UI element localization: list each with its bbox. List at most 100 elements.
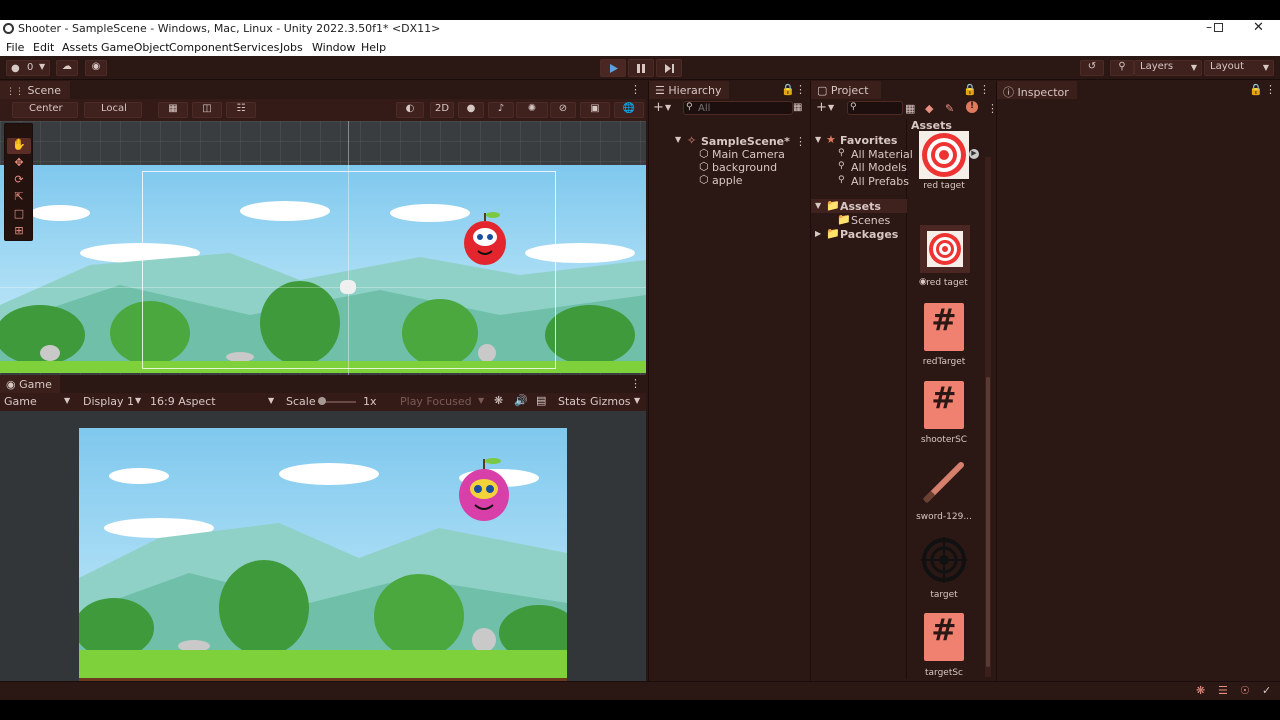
- menu-jobs[interactable]: Jobs: [280, 41, 303, 54]
- restore-icon[interactable]: [1214, 23, 1223, 32]
- favorite-item[interactable]: All Prefabs: [851, 175, 909, 188]
- lock-icon[interactable]: 🔒: [1249, 83, 1263, 96]
- hidden-objects-toggle[interactable]: ⊘: [550, 102, 576, 118]
- history-button[interactable]: ↺: [1080, 60, 1104, 76]
- effects-toggle[interactable]: ✺: [516, 102, 548, 118]
- asset-thumbnail-red-target-sprite[interactable]: [920, 225, 970, 273]
- tab-scene[interactable]: ⋮⋮ Scene: [0, 81, 70, 99]
- pause-button[interactable]: [628, 59, 654, 77]
- hierarchy-item[interactable]: ⬡ Main Camera: [699, 147, 805, 161]
- hidden-packages-icon[interactable]: !: [966, 101, 978, 113]
- move-tool-icon[interactable]: ✥: [7, 156, 31, 172]
- kebab-menu-icon[interactable]: ⋮: [795, 135, 806, 148]
- gizmos-button[interactable]: 🌐: [614, 102, 644, 118]
- draw-mode-button[interactable]: ◐: [396, 102, 424, 118]
- layout-dropdown[interactable]: Layout ▼: [1204, 60, 1274, 76]
- project-scrollbar[interactable]: [985, 157, 991, 677]
- close-icon[interactable]: ✕: [1253, 20, 1264, 35]
- play-mode-dropdown[interactable]: Play Focused: [400, 395, 472, 408]
- menu-gameobject[interactable]: GameObject: [101, 41, 170, 54]
- layers-dropdown[interactable]: Layers ▼: [1134, 60, 1202, 76]
- packages-folder-label[interactable]: Packages: [840, 228, 898, 241]
- auto-generate-lighting-icon[interactable]: ☉: [1240, 684, 1250, 697]
- keyboard-icon[interactable]: ▤: [536, 394, 546, 407]
- space-dropdown[interactable]: Local: [84, 102, 142, 118]
- favorites-label[interactable]: Favorites: [840, 134, 897, 147]
- rotate-tool-icon[interactable]: ⟳: [7, 173, 31, 189]
- favorite-filter-icon[interactable]: ✎: [945, 102, 954, 115]
- transform-tool-icon[interactable]: ⊞: [7, 224, 31, 240]
- csharp-script-icon[interactable]: #: [924, 381, 964, 429]
- asset-thumbnail-red-target-texture[interactable]: [919, 131, 969, 179]
- audio-mute-icon[interactable]: 🔊: [514, 394, 528, 407]
- bug-icon[interactable]: ❋: [494, 394, 503, 407]
- hierarchy-search-input[interactable]: [683, 101, 793, 115]
- tab-hierarchy[interactable]: ☰ Hierarchy: [649, 81, 729, 99]
- search-filter-icon[interactable]: ▦: [793, 102, 802, 113]
- scene-viewport[interactable]: ✋ ✥ ⟳ ⇱ □ ⊞: [0, 121, 646, 383]
- menu-window[interactable]: Window: [312, 41, 355, 54]
- hand-tool-icon[interactable]: ✋: [7, 138, 31, 154]
- kebab-menu-icon[interactable]: ⋮: [630, 377, 641, 390]
- search-button[interactable]: ⚲: [1110, 60, 1134, 76]
- apple-sprite[interactable]: [460, 207, 510, 267]
- scale-slider-handle[interactable]: [318, 397, 326, 405]
- hierarchy-item[interactable]: ⬡ apple: [699, 173, 805, 187]
- kebab-menu-icon[interactable]: ⋮: [1265, 83, 1276, 96]
- debug-off-icon[interactable]: ❋: [1196, 684, 1205, 697]
- create-add-icon[interactable]: +: [653, 100, 664, 115]
- csharp-script-icon[interactable]: #: [924, 613, 964, 661]
- stats-button[interactable]: Stats: [558, 395, 586, 408]
- scale-tool-icon[interactable]: ⇱: [7, 190, 31, 206]
- cloud-button[interactable]: ☁: [56, 60, 78, 76]
- lock-icon[interactable]: 🔒: [781, 83, 795, 96]
- expand-sprite-icon[interactable]: ▶: [969, 149, 979, 159]
- step-button[interactable]: [656, 59, 682, 77]
- audio-toggle[interactable]: ♪: [488, 102, 514, 118]
- rect-tool-icon[interactable]: □: [7, 207, 31, 223]
- csharp-script-icon[interactable]: #: [924, 303, 964, 351]
- play-button[interactable]: [600, 59, 626, 77]
- gizmos-button[interactable]: Gizmos: [590, 395, 631, 408]
- kebab-menu-icon[interactable]: ⋮: [795, 83, 806, 96]
- menu-edit[interactable]: Edit: [33, 41, 54, 54]
- menu-services[interactable]: Services: [233, 41, 279, 54]
- lock-icon[interactable]: 🔒: [963, 83, 977, 96]
- crosshair-target-icon[interactable]: [921, 537, 967, 583]
- display-dropdown[interactable]: Display 1: [83, 395, 134, 408]
- aspect-dropdown[interactable]: 16:9 Aspect: [150, 395, 216, 408]
- lighting-toggle[interactable]: ●: [458, 102, 484, 118]
- kebab-menu-icon[interactable]: ⋮: [979, 83, 990, 96]
- tab-inspector[interactable]: ⓘ Inspector: [997, 81, 1077, 99]
- folder-scenes[interactable]: Scenes: [851, 214, 890, 227]
- game-view-dropdown[interactable]: Game: [4, 395, 37, 408]
- expand-arrow-icon[interactable]: ▼: [675, 135, 681, 144]
- account-button[interactable]: ● 0 ▼: [6, 60, 50, 76]
- create-add-icon[interactable]: +: [816, 100, 827, 115]
- menu-component[interactable]: Component: [169, 41, 233, 54]
- tab-game[interactable]: ◉ Game: [0, 375, 60, 393]
- favorite-item[interactable]: All Material: [851, 148, 913, 161]
- collab-button[interactable]: ◉: [85, 60, 107, 76]
- sword-icon[interactable]: [919, 457, 969, 507]
- 2d-toggle[interactable]: 2D: [430, 102, 454, 118]
- game-viewport[interactable]: [0, 411, 646, 698]
- menu-assets[interactable]: Assets: [62, 41, 98, 54]
- snap-increment-button[interactable]: ◫: [192, 102, 222, 118]
- menu-help[interactable]: Help: [361, 41, 386, 54]
- hierarchy-item[interactable]: ⬡ background: [699, 160, 805, 174]
- kebab-menu-icon[interactable]: ⋮: [630, 83, 641, 96]
- tab-project[interactable]: ▢ Project: [811, 81, 881, 99]
- grid-snap-button[interactable]: ▦: [158, 102, 188, 118]
- search-by-type-icon[interactable]: ▦: [905, 102, 915, 115]
- minimize-icon[interactable]: –: [1206, 20, 1212, 34]
- pivot-dropdown[interactable]: Center: [12, 102, 78, 118]
- favorite-item[interactable]: All Models: [851, 161, 907, 174]
- cache-server-icon[interactable]: ☰: [1218, 684, 1228, 697]
- expand-arrow-icon[interactable]: ▼: [815, 201, 821, 210]
- camera-settings-button[interactable]: ▣: [580, 102, 610, 118]
- hierarchy-scene-row[interactable]: ▼ ✧ SampleScene* ⋮: [675, 134, 806, 148]
- menu-file[interactable]: File: [6, 41, 24, 54]
- assets-folder-row[interactable]: ▼ 📁 Assets: [811, 199, 907, 213]
- search-by-label-icon[interactable]: ◆: [925, 102, 933, 115]
